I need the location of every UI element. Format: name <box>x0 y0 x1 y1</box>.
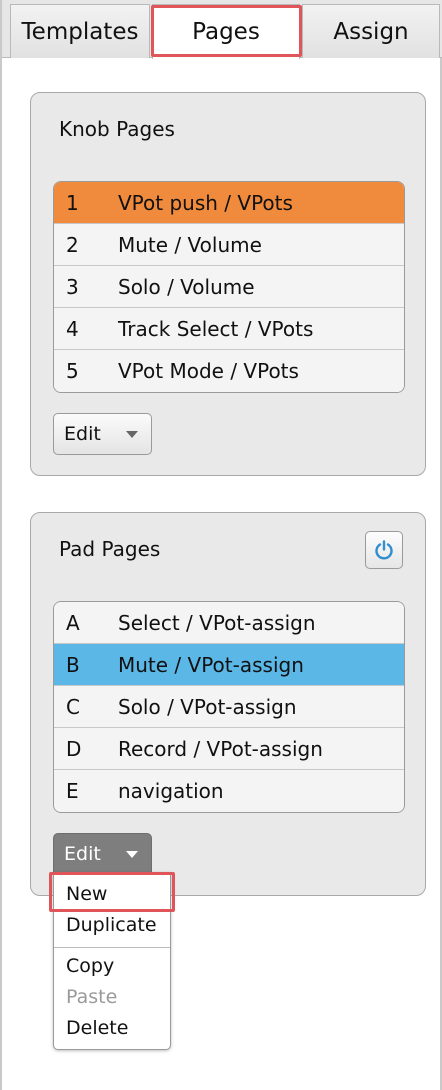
pages-panel-window: Templates Pages Assign Knob Pages 1 VPot… <box>0 0 442 1090</box>
tab-assign-label: Assign <box>333 18 409 45</box>
menu-item-duplicate[interactable]: Duplicate <box>54 910 170 940</box>
knob-pages-title: Knob Pages <box>59 117 175 141</box>
pad-pages-edit-button[interactable]: Edit <box>53 833 152 875</box>
pad-page-label: Mute / VPot-assign <box>118 652 304 677</box>
knob-page-index: 4 <box>66 316 79 341</box>
tab-pages-label: Pages <box>192 19 260 45</box>
pad-page-label: navigation <box>118 779 224 803</box>
knob-pages-edit-label: Edit <box>64 423 101 445</box>
tab-assign[interactable]: Assign <box>302 4 440 58</box>
pad-page-label: Select / VPot-assign <box>118 610 316 635</box>
pad-pages-power-button[interactable] <box>365 531 403 569</box>
menu-separator <box>54 947 170 948</box>
knob-page-index: 2 <box>66 232 79 257</box>
pad-pages-panel: Pad Pages A Select / VPot-assign B Mute … <box>30 512 426 896</box>
knob-page-label: Solo / Volume <box>118 274 255 299</box>
pad-page-row-a[interactable]: A Select / VPot-assign <box>54 602 404 644</box>
knob-page-row-1[interactable]: 1 VPot push / VPots <box>54 182 404 224</box>
pad-pages-title: Pad Pages <box>59 537 161 561</box>
pad-page-label: Solo / VPot-assign <box>118 694 297 719</box>
chevron-down-icon <box>126 850 138 858</box>
power-icon <box>375 540 393 560</box>
pad-page-label: Record / VPot-assign <box>118 736 323 761</box>
tab-templates[interactable]: Templates <box>10 4 150 58</box>
knob-page-label: VPot Mode / VPots <box>118 359 299 383</box>
tab-templates-label: Templates <box>21 18 139 45</box>
knob-page-label: Track Select / VPots <box>118 316 314 341</box>
edit-dropdown-menu: New Duplicate Copy Paste Delete <box>53 872 171 1050</box>
pad-page-index: C <box>66 694 80 719</box>
pad-pages-edit-label: Edit <box>64 843 101 865</box>
pad-page-row-c[interactable]: C Solo / VPot-assign <box>54 686 404 728</box>
knob-page-row-4[interactable]: 4 Track Select / VPots <box>54 308 404 350</box>
pad-pages-list: A Select / VPot-assign B Mute / VPot-ass… <box>53 601 405 813</box>
pad-page-row-d[interactable]: D Record / VPot-assign <box>54 728 404 770</box>
pad-page-index: E <box>66 779 79 803</box>
knob-page-row-3[interactable]: 3 Solo / Volume <box>54 266 404 308</box>
knob-pages-panel: Knob Pages 1 VPot push / VPots 2 Mute / … <box>30 92 426 476</box>
menu-item-new[interactable]: New <box>54 879 170 909</box>
chevron-down-icon <box>126 430 138 438</box>
knob-page-row-2[interactable]: 2 Mute / Volume <box>54 224 404 266</box>
tab-bar: Templates Pages Assign <box>2 0 442 59</box>
knob-page-label: VPot push / VPots <box>118 190 293 215</box>
pad-page-index: A <box>66 610 80 635</box>
knob-page-row-5[interactable]: 5 VPot Mode / VPots <box>54 350 404 392</box>
pad-page-row-b[interactable]: B Mute / VPot-assign <box>54 644 404 686</box>
menu-item-delete[interactable]: Delete <box>54 1013 170 1043</box>
menu-item-copy[interactable]: Copy <box>54 951 170 981</box>
knob-page-index: 5 <box>66 359 79 383</box>
knob-page-index: 1 <box>66 190 79 215</box>
menu-item-paste: Paste <box>66 986 118 1008</box>
knob-page-label: Mute / Volume <box>118 232 262 257</box>
knob-pages-edit-button[interactable]: Edit <box>53 413 152 455</box>
pad-page-row-e[interactable]: E navigation <box>54 770 404 812</box>
knob-page-index: 3 <box>66 274 79 299</box>
knob-pages-list: 1 VPot push / VPots 2 Mute / Volume 3 So… <box>53 181 405 393</box>
tab-pages[interactable]: Pages <box>152 4 300 59</box>
pad-page-index: D <box>66 736 82 761</box>
pad-page-index: B <box>66 652 80 677</box>
